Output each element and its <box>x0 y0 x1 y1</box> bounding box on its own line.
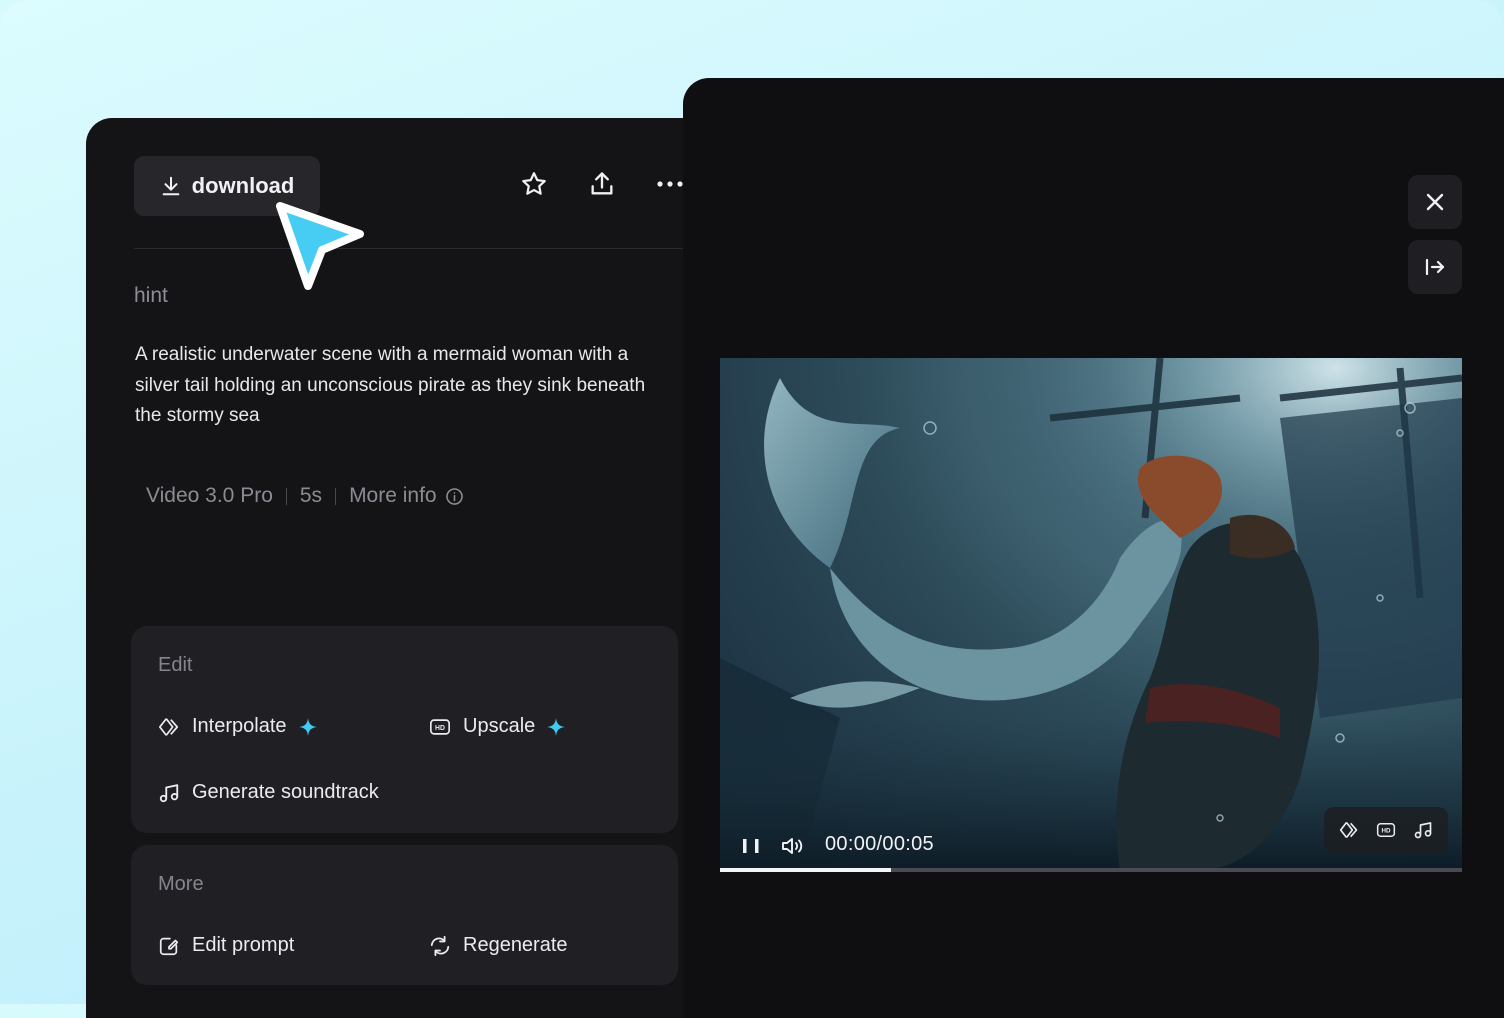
sparkle-icon <box>547 718 565 736</box>
more-section-title: More <box>158 873 204 896</box>
more-section: More Edit prompt Regenerate <box>131 845 678 985</box>
hint-label: hint <box>134 284 168 308</box>
regenerate-label: Regenerate <box>463 934 568 957</box>
hd-icon[interactable]: HD <box>1376 820 1396 840</box>
edit-prompt-icon <box>158 935 180 957</box>
generation-meta: Video 3.0 Pro 5s More info <box>146 484 464 508</box>
close-icon <box>1423 190 1447 214</box>
divider <box>134 248 694 249</box>
collapse-panel-button[interactable] <box>1408 240 1462 294</box>
star-icon[interactable] <box>518 168 550 200</box>
edit-section: Edit Interpolate HD Upscale Generate sou… <box>131 626 678 833</box>
more-icon[interactable] <box>654 168 686 200</box>
edit-section-title: Edit <box>158 654 192 677</box>
generate-soundtrack-label: Generate soundtrack <box>192 781 379 804</box>
meta-separator <box>335 488 336 505</box>
music-note-icon <box>158 782 180 804</box>
upscale-button[interactable]: HD Upscale <box>429 715 565 738</box>
meta-separator <box>286 488 287 505</box>
interpolate-icon <box>158 716 180 738</box>
volume-icon[interactable] <box>780 834 804 858</box>
quick-actions-bar: HD <box>1324 807 1448 853</box>
video-frame-image <box>720 358 1462 870</box>
prompt-text: A realistic underwater scene with a merm… <box>135 340 655 432</box>
close-button[interactable] <box>1408 175 1462 229</box>
interpolate-button[interactable]: Interpolate <box>158 715 317 738</box>
generate-soundtrack-button[interactable]: Generate soundtrack <box>158 781 379 804</box>
svg-text:HD: HD <box>1381 828 1391 835</box>
model-name: Video 3.0 Pro <box>146 484 273 508</box>
upscale-label: Upscale <box>463 715 535 738</box>
share-icon[interactable] <box>586 168 618 200</box>
duration: 5s <box>300 484 322 508</box>
pause-icon[interactable] <box>740 837 762 855</box>
details-panel: download hint A realistic underwater sce… <box>86 118 726 1018</box>
progress-fill <box>720 868 891 872</box>
interpolate-icon[interactable] <box>1339 820 1359 840</box>
music-note-icon[interactable] <box>1413 820 1433 840</box>
more-info-link[interactable]: More info <box>349 484 437 508</box>
download-icon <box>160 175 182 197</box>
progress-bar[interactable] <box>720 868 1462 872</box>
regenerate-icon <box>429 935 451 957</box>
playback-time: 00:00/00:05 <box>825 833 934 856</box>
interpolate-label: Interpolate <box>192 715 287 738</box>
edit-prompt-label: Edit prompt <box>192 934 294 957</box>
video-player[interactable] <box>720 358 1462 870</box>
hd-icon: HD <box>429 716 451 738</box>
cursor-pointer-icon <box>262 192 372 294</box>
edit-prompt-button[interactable]: Edit prompt <box>158 934 294 957</box>
info-icon[interactable] <box>445 487 464 506</box>
svg-text:HD: HD <box>435 724 445 731</box>
sparkle-icon <box>299 718 317 736</box>
collapse-panel-icon <box>1423 255 1447 279</box>
regenerate-button[interactable]: Regenerate <box>429 934 568 957</box>
